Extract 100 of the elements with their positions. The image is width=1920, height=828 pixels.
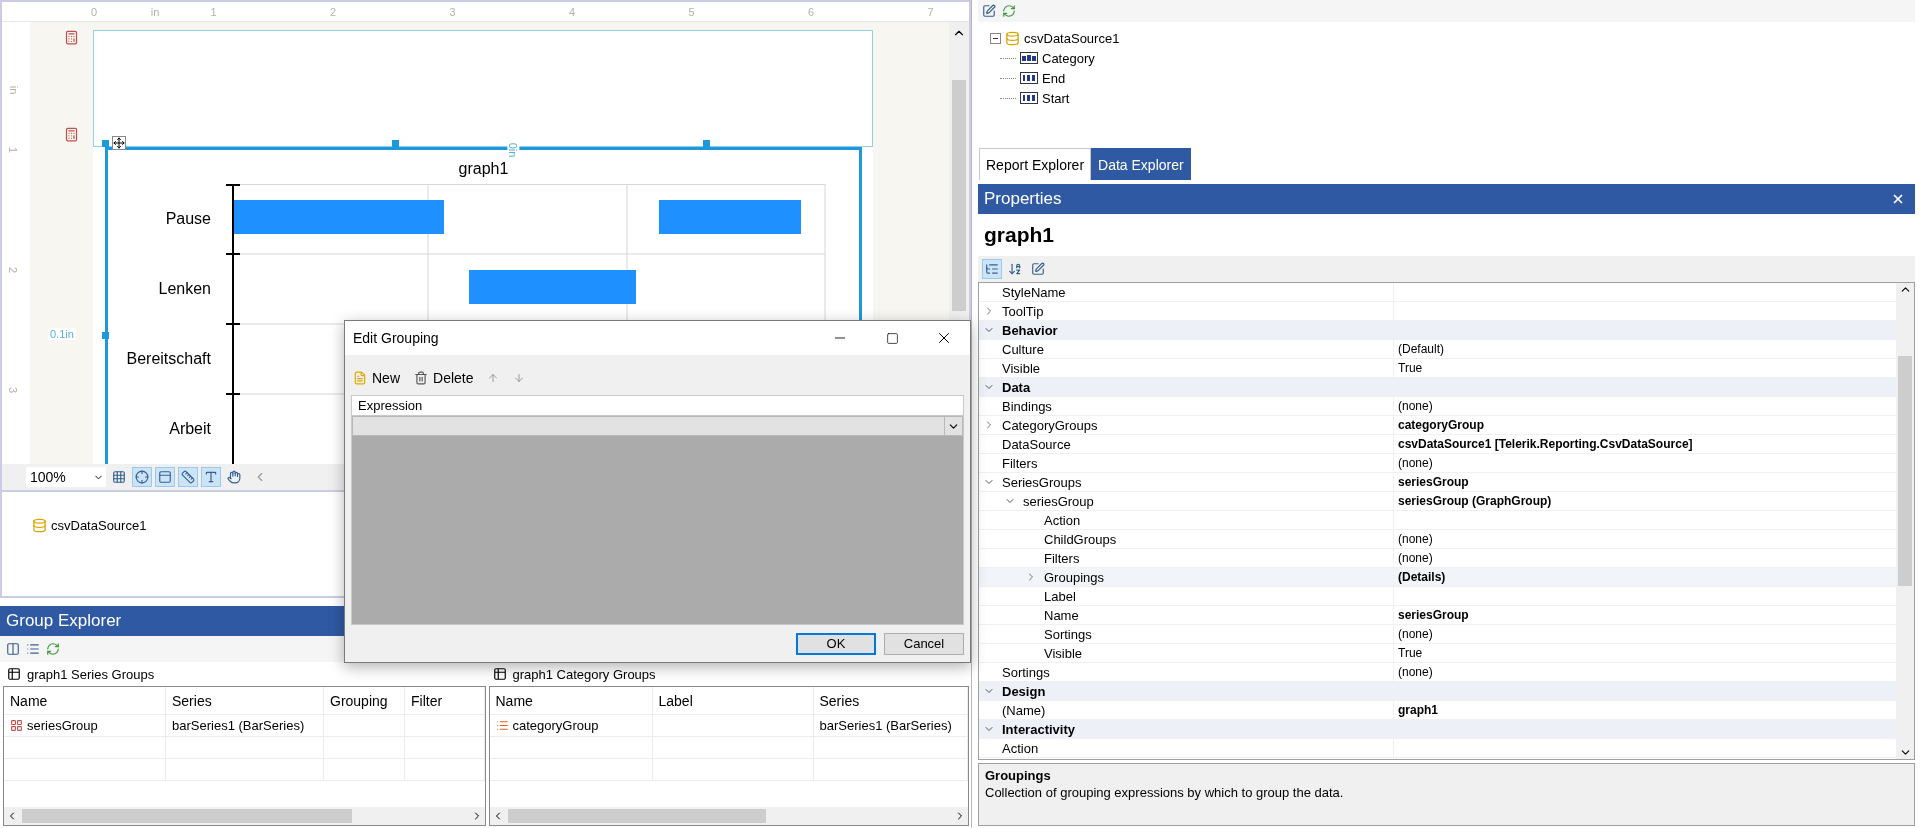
toolbar-button[interactable]: New (353, 370, 400, 386)
horizontal-scrollbar[interactable] (489, 807, 968, 825)
column-header[interactable]: Series (819, 692, 860, 709)
property-row[interactable]: Groupings (Details) (979, 568, 1896, 587)
column-header[interactable]: Name (10, 692, 48, 709)
property-row[interactable]: Bindings (none) (979, 397, 1896, 416)
description-title: Groupings (985, 768, 1052, 783)
property-name: Sortings (1002, 664, 1050, 680)
column-header[interactable]: Grouping (330, 692, 388, 709)
toolbar-toggle[interactable] (132, 467, 152, 487)
property-row[interactable]: ChildGroups (none) (979, 530, 1896, 549)
ruler-icon (181, 470, 195, 484)
tab[interactable]: Report Explorer (979, 148, 1092, 180)
property-row[interactable]: Action (979, 739, 1896, 758)
resize-handle[interactable] (102, 140, 109, 147)
category-row[interactable]: Behavior (979, 321, 1896, 340)
property-row[interactable]: SeriesGroups seriesGroup (979, 473, 1896, 492)
refresh-icon[interactable] (46, 642, 60, 656)
tree-item[interactable]: csvDataSource1 (1024, 30, 1120, 46)
property-row[interactable]: Name seriesGroup (979, 606, 1896, 625)
toolbar-toggle[interactable] (982, 259, 1002, 279)
toolbar-toggle[interactable] (155, 467, 175, 487)
column-header[interactable]: Expression (358, 398, 423, 413)
panel-title: Group Explorer (6, 611, 122, 631)
ok-button[interactable]: OK (796, 632, 876, 655)
property-name: CategoryGroups (1002, 417, 1098, 433)
category-row[interactable]: Interactivity (979, 720, 1896, 739)
zoom-dropdown[interactable]: 100% (26, 467, 106, 487)
property-row[interactable]: CategoryGroups categoryGroup (979, 416, 1896, 435)
maximize-icon[interactable] (885, 331, 899, 345)
tab[interactable]: Data Explorer (1091, 148, 1191, 180)
property-value: (none) (1398, 665, 1433, 679)
property-row[interactable]: Action (979, 511, 1896, 530)
columns-icon[interactable] (6, 642, 20, 656)
grid-icon (112, 470, 126, 484)
property-value: seriesGroup (GraphGroup) (1398, 494, 1552, 508)
letter-icon (204, 470, 218, 484)
property-row[interactable]: Filters (none) (979, 549, 1896, 568)
toolbar-toggle[interactable] (201, 467, 221, 487)
table-icon (7, 667, 21, 681)
category-row[interactable]: Design (979, 682, 1896, 701)
column-header[interactable]: Series (172, 692, 212, 709)
property-row[interactable]: Label (979, 587, 1896, 606)
property-value: (none) (1398, 456, 1433, 470)
cancel-button[interactable]: Cancel (884, 632, 964, 655)
resize-handle[interactable] (392, 140, 399, 147)
vertical-scrollbar[interactable] (1896, 283, 1914, 759)
tree-item[interactable]: Category (1042, 50, 1095, 66)
tree-item[interactable]: Start (1042, 90, 1070, 106)
group-icon (495, 719, 509, 732)
property-row[interactable]: Sortings (none) (979, 625, 1896, 644)
horizontal-scrollbar[interactable] (4, 807, 485, 825)
property-value: categoryGroup (1398, 418, 1484, 432)
property-row[interactable]: Culture (Default) (979, 340, 1896, 359)
column-header[interactable]: Filter (411, 692, 443, 709)
close-icon[interactable] (1891, 192, 1905, 206)
tree-item[interactable]: End (1042, 70, 1066, 86)
refresh-icon[interactable] (1002, 4, 1016, 18)
property-row[interactable]: (Name) graph1 (979, 701, 1896, 720)
property-row[interactable]: DataSource csvDataSource1 [Telerik.Reporting.CsvDataSource] (979, 435, 1896, 454)
resize-handle[interactable] (102, 332, 109, 339)
property-row[interactable]: Visible True (979, 644, 1896, 663)
component-label[interactable]: csvDataSource1 (51, 518, 147, 533)
table-cell: barSeries1 (BarSeries) (819, 718, 952, 733)
property-name: Label (1044, 588, 1076, 604)
property-name: Action (1002, 740, 1039, 756)
number-field-icon (1020, 92, 1038, 104)
toolbar-button[interactable]: Delete (414, 370, 474, 386)
scrollbar-thumb[interactable] (1898, 356, 1912, 586)
move-down-icon[interactable] (513, 372, 526, 384)
panel-icon (158, 470, 172, 484)
property-row[interactable]: Sortings (none) (979, 663, 1896, 682)
table-cell: seriesGroup (27, 718, 98, 733)
move-up-icon[interactable] (487, 372, 500, 384)
resize-handle[interactable] (703, 140, 710, 147)
property-row[interactable]: seriesGroup seriesGroup (GraphGroup) (979, 492, 1896, 511)
list-icon[interactable] (26, 642, 40, 656)
collapse-icon[interactable] (990, 32, 1001, 44)
ruler-label: in (8, 85, 21, 95)
property-name: SeriesGroups (1002, 474, 1082, 490)
scrollbar-thumb[interactable] (507, 809, 766, 823)
table-cell: barSeries1 (BarSeries) (172, 718, 305, 733)
column-header[interactable]: Name (495, 692, 533, 709)
section-icon (64, 30, 79, 45)
column-header[interactable]: Label (658, 692, 693, 709)
category-row[interactable]: Data (979, 378, 1896, 397)
edit-icon[interactable] (982, 4, 996, 18)
property-row[interactable]: Visible True (979, 359, 1896, 378)
table-caption: graph1 Series Groups (27, 666, 155, 682)
table-icon (492, 667, 507, 681)
scrollbar-thumb[interactable] (952, 80, 966, 311)
scrollbar-thumb[interactable] (22, 809, 352, 823)
toolbar-toggle[interactable] (178, 467, 198, 487)
property-row[interactable]: Filters (none) (979, 454, 1896, 473)
table-cell: categoryGroup (512, 718, 599, 733)
property-value: (none) (1398, 532, 1433, 546)
move-icon[interactable] (112, 136, 126, 150)
property-row[interactable]: ToolTip (979, 302, 1896, 321)
property-row[interactable]: StyleName (979, 283, 1896, 302)
offset-label: 0in (507, 140, 520, 160)
